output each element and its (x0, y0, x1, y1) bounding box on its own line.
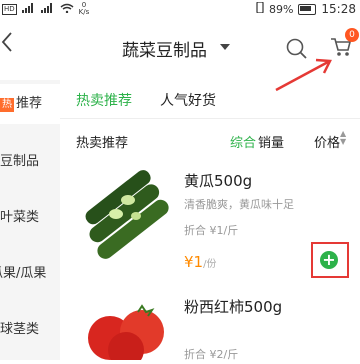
sort-sales[interactable]: 销量 (258, 132, 284, 151)
product-desc: 清香脆爽，黄瓜味十足 (184, 198, 294, 211)
sort-price[interactable]: 价格 (314, 132, 340, 151)
divider (60, 118, 360, 119)
tab-popular[interactable]: 人气好货 (160, 90, 216, 110)
sidebar-item-bulb[interactable]: 球茎类 (0, 318, 60, 337)
add-to-cart-button[interactable]: + (320, 251, 338, 269)
section-title: 热卖推荐 (76, 136, 129, 151)
sidebar-item-tofu[interactable]: 豆制品 (0, 150, 60, 169)
sidebar-item-leafy[interactable]: 叶菜类 (0, 206, 60, 225)
product-image-tomato[interactable] (80, 292, 176, 364)
back-icon[interactable] (0, 30, 14, 60)
product-name[interactable]: 粉西红柿500g (184, 296, 282, 317)
product-name[interactable]: 黄瓜500g (184, 170, 252, 191)
product-image-cucumber[interactable] (80, 168, 176, 272)
cart-badge: 0 (345, 28, 359, 42)
hot-tag: 热 (0, 98, 14, 112)
wifi-icon (60, 3, 74, 16)
signal-icon (40, 2, 55, 16)
product-price: ¥1/份 (184, 253, 217, 271)
net-speed: 0 K/s (78, 1, 90, 16)
product-unit-price: 折合 ¥1/斤 (184, 224, 239, 237)
sort-arrows-icon[interactable]: ▲ ▼ (340, 130, 346, 146)
battery-percent: 89% (268, 2, 294, 16)
battery-icon (298, 3, 317, 15)
hd-badge: HD (2, 3, 17, 15)
page-title[interactable]: 蔬菜豆制品 (122, 36, 207, 61)
sort-general[interactable]: 综合 (230, 132, 256, 151)
vibrate-icon (256, 1, 264, 16)
annotation-arrow-icon (270, 56, 334, 102)
status-bar: HD 0 K/s 89% 15:28 (0, 0, 360, 20)
sidebar-item-melon[interactable]: 瓜果/瓜果 (0, 262, 60, 281)
clock: 15:28 (321, 2, 356, 16)
tab-hot[interactable]: 热卖推荐 (76, 90, 132, 110)
chevron-down-icon[interactable] (220, 44, 230, 50)
signal-icon (21, 2, 36, 16)
sidebar-item-recommend[interactable]: 热推荐 (0, 84, 60, 124)
